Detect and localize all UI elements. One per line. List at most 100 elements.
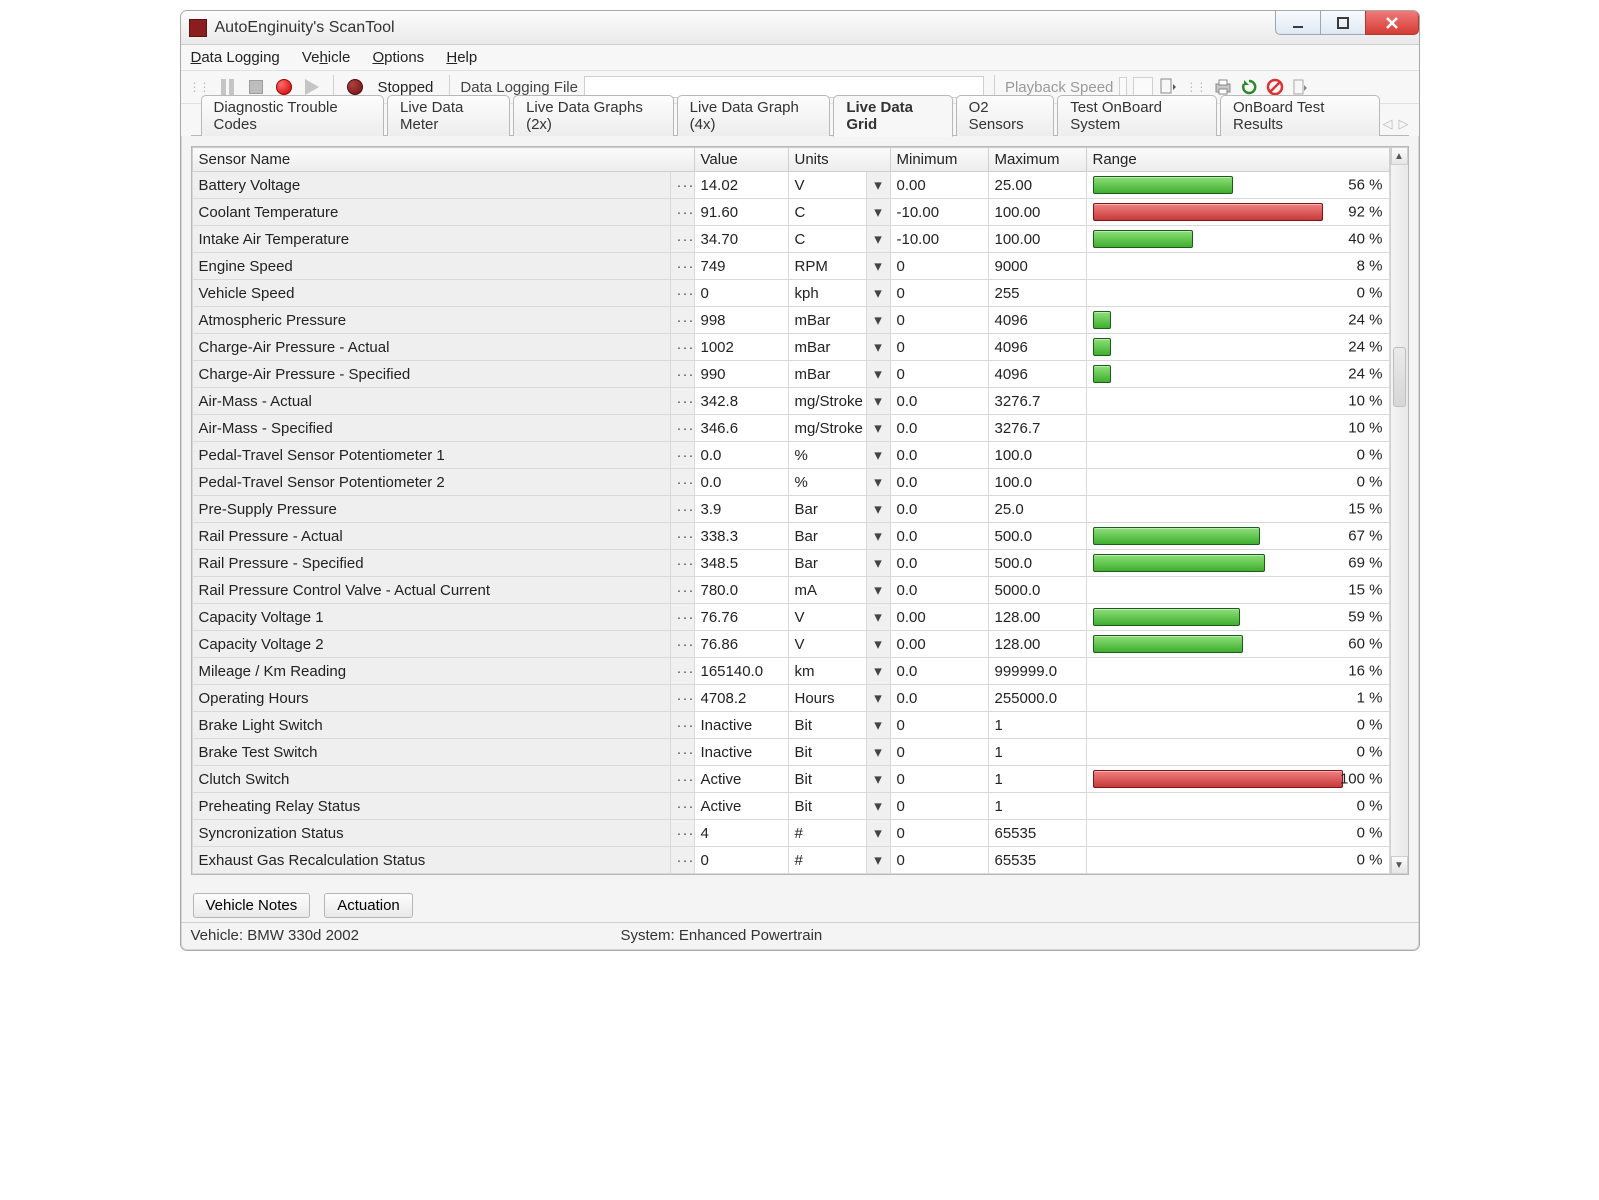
units-dropdown-button[interactable]: ▾: [866, 523, 890, 550]
tab-test-onboard-system[interactable]: Test OnBoard System: [1057, 95, 1217, 136]
menu-vehicle[interactable]: Vehicle: [302, 49, 350, 66]
toolbar-overflow-dropdown[interactable]: [1291, 77, 1311, 97]
units-dropdown-button[interactable]: ▾: [866, 685, 890, 712]
sensor-max-cell: 255: [988, 280, 1086, 307]
sensor-more-button[interactable]: ···: [670, 334, 694, 361]
print-button[interactable]: [1213, 77, 1233, 97]
vertical-scrollbar[interactable]: ▲ ▼: [1390, 147, 1408, 874]
sensor-more-button[interactable]: ···: [670, 307, 694, 334]
menu-help[interactable]: Help: [446, 49, 477, 66]
units-dropdown-button[interactable]: ▾: [866, 766, 890, 793]
sensor-units-cell: mBar: [788, 334, 866, 361]
units-dropdown-button[interactable]: ▾: [866, 334, 890, 361]
sensor-more-button[interactable]: ···: [670, 739, 694, 766]
sensor-more-button[interactable]: ···: [670, 658, 694, 685]
tab-diagnostic-trouble-codes[interactable]: Diagnostic Trouble Codes: [201, 95, 385, 136]
sensor-more-button[interactable]: ···: [670, 361, 694, 388]
sensor-more-button[interactable]: ···: [670, 550, 694, 577]
sensor-more-button[interactable]: ···: [670, 280, 694, 307]
sensor-more-button[interactable]: ···: [670, 469, 694, 496]
units-dropdown-button[interactable]: ▾: [866, 712, 890, 739]
sensor-more-button[interactable]: ···: [670, 577, 694, 604]
refresh-button[interactable]: [1239, 77, 1259, 97]
units-dropdown-button[interactable]: ▾: [866, 739, 890, 766]
sensor-more-button[interactable]: ···: [670, 712, 694, 739]
units-dropdown-button[interactable]: ▾: [866, 172, 890, 199]
units-dropdown-button[interactable]: ▾: [866, 388, 890, 415]
units-dropdown-button[interactable]: ▾: [866, 631, 890, 658]
scroll-thumb[interactable]: [1393, 347, 1406, 407]
units-dropdown-button[interactable]: ▾: [866, 496, 890, 523]
scroll-up-icon[interactable]: ▲: [1391, 147, 1408, 165]
sensor-name-cell: Syncronization Status: [192, 820, 670, 847]
tab-o2-sensors[interactable]: O2 Sensors: [956, 95, 1055, 136]
sensor-more-button[interactable]: ···: [670, 847, 694, 874]
sensor-more-button[interactable]: ···: [670, 766, 694, 793]
range-bar: [1093, 365, 1111, 383]
col-header-range[interactable]: Range: [1086, 148, 1389, 172]
units-dropdown-button[interactable]: ▾: [866, 793, 890, 820]
sensor-max-cell: 1: [988, 739, 1086, 766]
window-minimize-button[interactable]: [1275, 11, 1321, 35]
tab-live-data-graphs-2x-[interactable]: Live Data Graphs (2x): [513, 95, 674, 136]
sensor-more-button[interactable]: ···: [670, 226, 694, 253]
col-header-value[interactable]: Value: [694, 148, 788, 172]
toolbar-options-dropdown[interactable]: [1159, 77, 1179, 97]
menu-options[interactable]: Options: [372, 49, 424, 66]
grid-row: Rail Pressure Control Valve - Actual Cur…: [192, 577, 1389, 604]
units-dropdown-button[interactable]: ▾: [866, 577, 890, 604]
sensor-units-cell: mg/Stroke: [788, 388, 866, 415]
sensor-more-button[interactable]: ···: [670, 388, 694, 415]
units-dropdown-button[interactable]: ▾: [866, 442, 890, 469]
scroll-down-icon[interactable]: ▼: [1391, 856, 1408, 874]
units-dropdown-button[interactable]: ▾: [866, 820, 890, 847]
sensor-more-button[interactable]: ···: [670, 523, 694, 550]
playback-speed-slider[interactable]: [1119, 77, 1127, 97]
sensor-units-cell: %: [788, 442, 866, 469]
units-dropdown-button[interactable]: ▾: [866, 226, 890, 253]
units-dropdown-button[interactable]: ▾: [866, 469, 890, 496]
units-dropdown-button[interactable]: ▾: [866, 361, 890, 388]
units-dropdown-button[interactable]: ▾: [866, 550, 890, 577]
menu-data-logging[interactable]: Data Logging: [191, 49, 280, 66]
tab-live-data-grid[interactable]: Live Data Grid: [833, 95, 952, 137]
units-dropdown-button[interactable]: ▾: [866, 658, 890, 685]
cancel-button[interactable]: [1265, 77, 1285, 97]
tab-live-data-meter[interactable]: Live Data Meter: [387, 95, 510, 136]
window-close-button[interactable]: [1365, 11, 1419, 35]
sensor-more-button[interactable]: ···: [670, 415, 694, 442]
range-bar: [1093, 608, 1241, 626]
sensor-more-button[interactable]: ···: [670, 793, 694, 820]
sensor-more-button[interactable]: ···: [670, 685, 694, 712]
actuation-button[interactable]: Actuation: [324, 893, 413, 918]
tab-live-data-graph-4x-[interactable]: Live Data Graph (4x): [677, 95, 831, 136]
col-header-sensor-name[interactable]: Sensor Name: [192, 148, 694, 172]
col-header-minimum[interactable]: Minimum: [890, 148, 988, 172]
units-dropdown-button[interactable]: ▾: [866, 415, 890, 442]
col-header-units[interactable]: Units: [788, 148, 890, 172]
units-dropdown-button[interactable]: ▾: [866, 307, 890, 334]
sensor-more-button[interactable]: ···: [670, 820, 694, 847]
col-header-maximum[interactable]: Maximum: [988, 148, 1086, 172]
sensor-more-button[interactable]: ···: [670, 496, 694, 523]
tab-onboard-test-results[interactable]: OnBoard Test Results: [1220, 95, 1380, 136]
sensor-range-cell: 24 %: [1086, 307, 1389, 334]
units-dropdown-button[interactable]: ▾: [866, 199, 890, 226]
record-status-label: Stopped: [372, 79, 440, 96]
sensor-more-button[interactable]: ···: [670, 604, 694, 631]
units-dropdown-button[interactable]: ▾: [866, 253, 890, 280]
sensor-more-button[interactable]: ···: [670, 172, 694, 199]
units-dropdown-button[interactable]: ▾: [866, 847, 890, 874]
playback-position-slider[interactable]: [1133, 77, 1153, 97]
tab-scroll-right-icon[interactable]: ▷: [1399, 116, 1409, 132]
window-maximize-button[interactable]: [1320, 11, 1366, 35]
sensor-more-button[interactable]: ···: [670, 199, 694, 226]
sensor-units-cell: C: [788, 199, 866, 226]
sensor-more-button[interactable]: ···: [670, 631, 694, 658]
units-dropdown-button[interactable]: ▾: [866, 604, 890, 631]
units-dropdown-button[interactable]: ▾: [866, 280, 890, 307]
vehicle-notes-button[interactable]: Vehicle Notes: [193, 893, 311, 918]
sensor-more-button[interactable]: ···: [670, 253, 694, 280]
tab-scroll-left-icon[interactable]: ◁: [1383, 116, 1393, 132]
sensor-more-button[interactable]: ···: [670, 442, 694, 469]
